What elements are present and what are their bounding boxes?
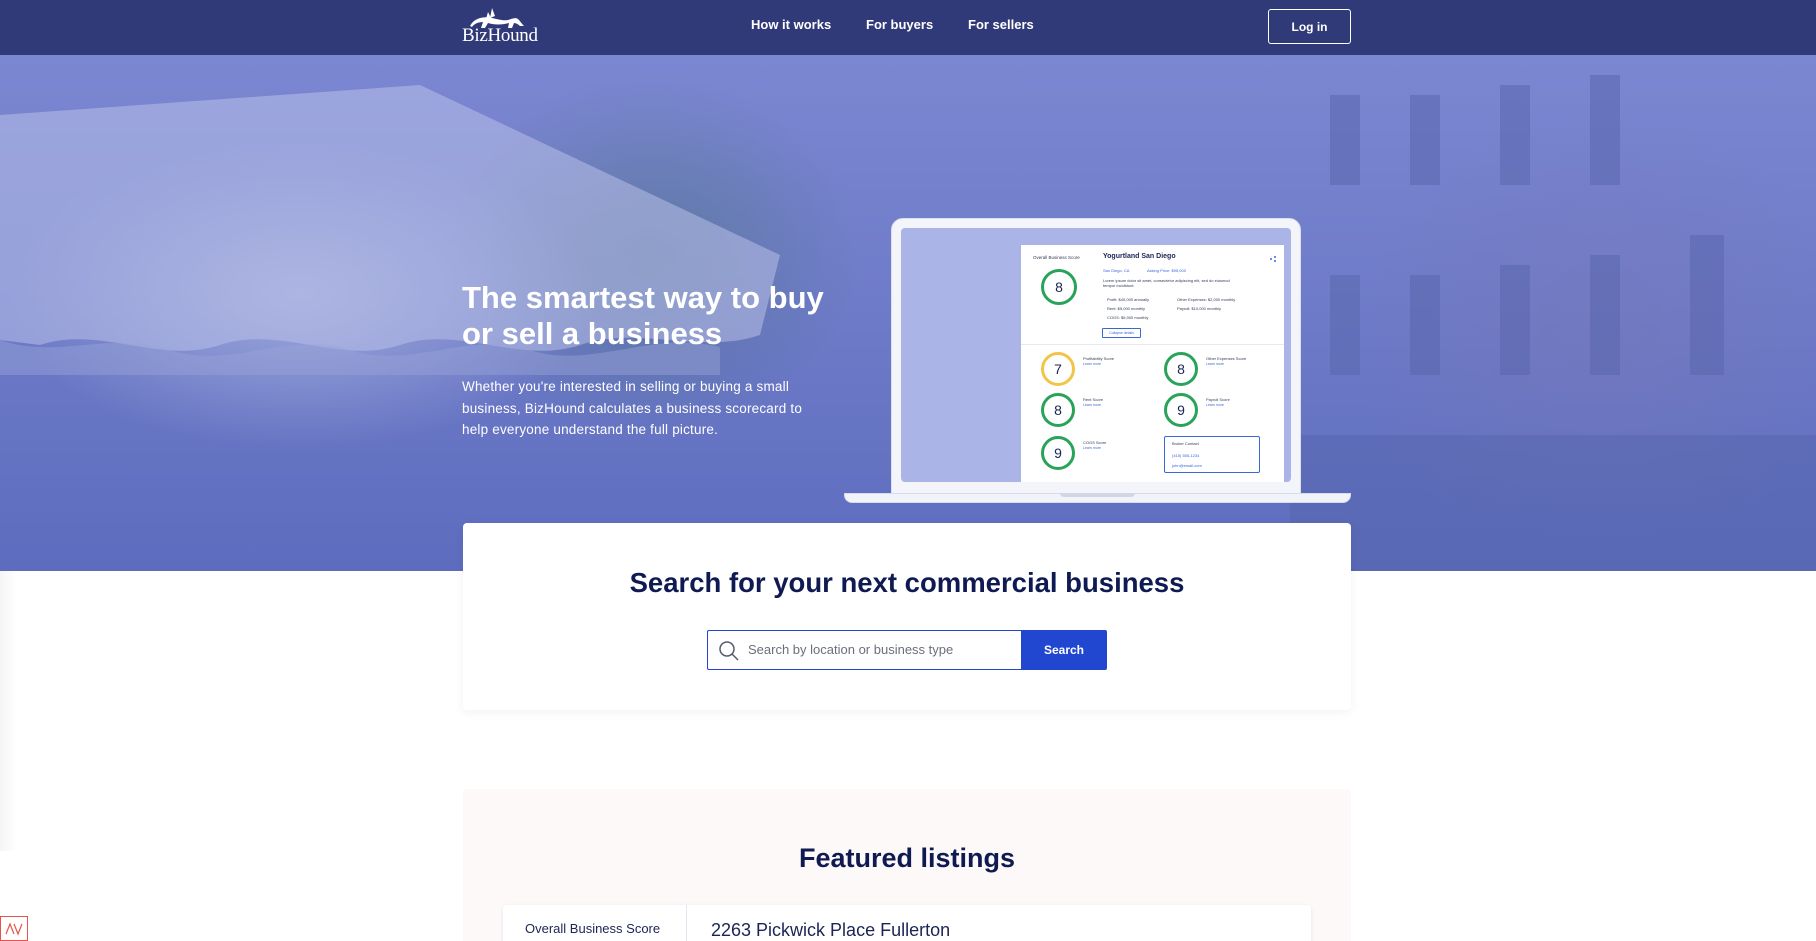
brand-name: BizHound — [462, 25, 538, 46]
business-description: Lorem ipsum dolor sit amet, consectetur … — [1103, 278, 1230, 288]
hero-subtitle: Whether you're interested in selling or … — [462, 379, 803, 437]
profitability-score-ring: 7 — [1041, 352, 1075, 386]
rent-score-label: Rent Score — [1083, 397, 1104, 402]
fact-cogs: COGS: $5,000 monthly — [1107, 315, 1149, 320]
listing-name[interactable]: 2263 Pickwick Place Fullerton — [711, 920, 950, 941]
fact-other-expenses: Other Expenses: $2,000 monthly — [1177, 297, 1236, 302]
brand-logo[interactable]: BizHound — [462, 4, 538, 48]
featured-listings-section: Featured listings Overall Business Score… — [463, 789, 1351, 941]
nav-for-buyers[interactable]: For buyers — [866, 17, 933, 32]
cogs-score-ring: 9 — [1041, 436, 1075, 470]
overall-score-label: Overall Business Score — [1033, 255, 1080, 260]
payroll-learn-more-link[interactable]: Learn more — [1206, 403, 1224, 407]
rent-learn-more-link[interactable]: Learn more — [1083, 403, 1101, 407]
card-divider — [1021, 344, 1284, 345]
search-button[interactable]: Search — [1021, 630, 1107, 670]
payroll-score-ring: 9 — [1164, 393, 1198, 427]
hero-background-building — [1290, 75, 1816, 571]
featured-listings-title: Featured listings — [798, 843, 1016, 873]
cogs-score-label: COGS Score — [1083, 440, 1107, 445]
hero-title: The smartest way to buy or sell a busine… — [462, 280, 824, 351]
share-icon[interactable] — [1270, 256, 1276, 262]
laptop-screen: Overall Business Score 8 Yogurtland San … — [901, 228, 1291, 482]
search-input[interactable] — [748, 631, 1018, 668]
profitability-score-label: Profitability Score — [1083, 356, 1115, 361]
other-expenses-score-label: Other Expenses Score — [1206, 356, 1247, 361]
broker-email[interactable]: john@email.com — [1172, 463, 1202, 468]
cogs-learn-more-link[interactable]: Learn more — [1083, 446, 1101, 450]
laptop-preview: Overall Business Score 8 Yogurtland San … — [844, 218, 1351, 505]
login-button[interactable]: Log in — [1268, 9, 1351, 44]
left-edge-shadow — [0, 571, 18, 851]
profitability-learn-more-link[interactable]: Learn more — [1083, 362, 1101, 366]
rent-score-ring: 8 — [1041, 393, 1075, 427]
other-expenses-learn-more-link[interactable]: Learn more — [1206, 362, 1224, 366]
hero-section: The smartest way to buy or sell a busine… — [0, 55, 1816, 571]
fact-profit: Profit: $40,000 annually — [1107, 297, 1150, 302]
other-expenses-score-ring: 8 — [1164, 352, 1198, 386]
fact-payroll: Payroll: $10,000 monthly — [1177, 306, 1222, 311]
broker-contact-title: Broker Contact — [1172, 441, 1199, 446]
nav-for-sellers[interactable]: For sellers — [968, 17, 1034, 32]
business-name: Yogurtland San Diego — [1103, 253, 1176, 260]
business-location: San Diego, CA — [1103, 268, 1130, 273]
top-navbar: BizHound How it works For buyers For sel… — [0, 0, 1816, 55]
overall-score-ring: 8 — [1041, 269, 1077, 305]
search-icon — [719, 641, 739, 661]
payroll-score-label: Payroll Score — [1206, 397, 1230, 402]
search-box — [707, 630, 1023, 670]
search-title: Search for your next commercial business — [629, 567, 1185, 598]
debug-toolbar-icon[interactable] — [0, 916, 28, 941]
fact-rent: Rent: $5,000 monthly — [1107, 306, 1146, 311]
asking-price: Asking Price: $95,000 — [1147, 268, 1186, 273]
broker-contact-box: Broker Contact (415) 555-1234 john@email… — [1164, 436, 1260, 473]
listing-score-column: Overall Business Score — [503, 905, 687, 941]
scorecard-preview: Overall Business Score 8 Yogurtland San … — [1021, 245, 1284, 482]
listing-card[interactable]: Overall Business Score 2263 Pickwick Pla… — [503, 905, 1311, 941]
nav-how-it-works[interactable]: How it works — [751, 17, 831, 32]
broker-phone[interactable]: (415) 555-1234 — [1172, 453, 1199, 458]
laptop-notch — [1060, 493, 1135, 497]
search-card: Search for your next commercial business… — [463, 523, 1351, 710]
collapse-details-button[interactable]: Collapse details — [1102, 328, 1141, 338]
listing-score-label: Overall Business Score — [525, 921, 661, 936]
